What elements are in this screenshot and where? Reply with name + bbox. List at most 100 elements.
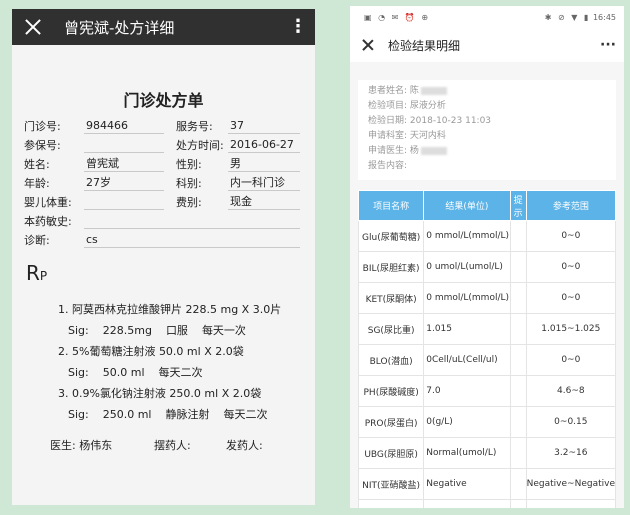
rp-sub: P	[39, 269, 48, 283]
reference-range-cell: 1.015~1.025	[525, 313, 617, 345]
column-header: 项目名称	[357, 190, 425, 221]
info-label: 报告内容:	[368, 161, 408, 171]
info-label: 申请医生:	[368, 146, 408, 156]
result-cell: Normal(umol/L)	[423, 437, 511, 469]
drug-item: 1. 阿莫西林克拉维酸钾片 228.5 mg X 3.0片	[58, 303, 282, 316]
table-header-row: 项目名称 结果(单位) 提示 参考范围	[357, 190, 617, 221]
table-row: Glu(尿葡萄糖) 0 mmol/L(mmol/L) 0~0	[357, 220, 617, 252]
more-menu-icon[interactable]: ⋮	[289, 18, 307, 36]
reference-range-cell: 0~0	[525, 344, 617, 376]
item-name-cell: KET(尿酮体)	[357, 282, 425, 314]
result-cell: 1.015	[423, 313, 511, 345]
field-label: 年龄:	[24, 177, 50, 190]
field-value: 内一科门诊	[228, 174, 300, 191]
sig-part: 每天二次	[223, 408, 268, 421]
prescription-window-title: 曾宪斌-处方详细	[64, 18, 175, 37]
info-row: 患者姓名: 陈	[368, 84, 608, 99]
field-value: 现金	[228, 193, 300, 210]
field-value: 37	[228, 117, 300, 134]
item-name-cell: NIT(亚硝酸盐)	[357, 468, 425, 500]
drug-sig: Sig: 250.0 ml 静脉注射 每天二次	[58, 404, 281, 425]
item-name-cell: PH(尿酸碱度)	[357, 375, 425, 407]
lab-title: 检验结果明细	[388, 38, 461, 53]
result-cell: 0 umol/L(umol/L)	[423, 251, 511, 283]
hint-cell	[509, 313, 527, 345]
allergy-row: 本药敏史:	[24, 210, 312, 229]
table-row: KET(尿酮体) 0 mmol/L(mmol/L) 0~0	[357, 282, 617, 314]
close-icon[interactable]	[362, 39, 374, 51]
info-row: 检验项目: 尿液分析	[368, 99, 608, 114]
allergy-label: 本药敏史:	[24, 215, 72, 228]
reference-range-cell: 0~0	[525, 282, 617, 314]
item-name-cell: BLO(潜血)	[357, 344, 425, 376]
table-row: PH(尿酸碱度) 7.0 4.6~8	[357, 375, 617, 407]
status-bar: ▣ ◔ ✉ ⏰ ⊕ ✱ ⊘ ▼ ▮ 16:45	[350, 6, 624, 28]
field-value	[84, 193, 164, 210]
sig-part: 50.0 ml	[102, 366, 145, 379]
reference-range-cell: 0Cell/uL~0Cell/uL	[525, 499, 617, 508]
status-right: ✱ ⊘ ▼ ▮ 16:45	[545, 13, 616, 22]
info-value: 陈	[409, 86, 419, 96]
info-label: 申请科室:	[368, 131, 408, 141]
field-label: 婴儿体重:	[24, 196, 72, 209]
lab-result-screen: ▣ ◔ ✉ ⏰ ⊕ ✱ ⊘ ▼ ▮ 16:45 检验结果明细 ··· 患者姓名:…	[350, 6, 624, 508]
sig-part: 口服	[165, 324, 188, 337]
result-cell: 0Cell/uL(Cell/ul)	[423, 499, 511, 508]
lab-result-table: 项目名称 结果(单位) 提示 参考范围 Glu(尿葡萄糖) 0 mmol/L(mm…	[357, 190, 617, 508]
field-value: 984466	[84, 117, 164, 134]
reference-range-cell: Negative~Negative	[525, 468, 617, 500]
issuer-label: 发药人:	[226, 439, 263, 452]
sig-part: 每天一次	[201, 324, 246, 337]
close-icon[interactable]	[24, 18, 42, 36]
table-row: PRO(尿蛋白) 0(g/L) 0~0.15	[357, 406, 617, 438]
hint-cell	[509, 220, 527, 252]
field-label: 门诊号:	[24, 120, 61, 133]
rp-symbol: RP	[26, 261, 47, 285]
drug-item: 3. 0.9%氯化钠注射液 250.0 ml X 2.0袋	[58, 387, 262, 400]
status-left-icons: ▣ ◔ ✉ ⏰ ⊕	[364, 12, 431, 22]
info-value: 2018-10-23 11:03	[409, 116, 492, 126]
info-label: 检验项目:	[368, 101, 408, 111]
info-row: 申请科室: 天河内科	[368, 129, 608, 144]
field-label: 费别:	[176, 196, 202, 209]
info-value: 天河内科	[409, 131, 446, 141]
item-name-cell: PRO(尿蛋白)	[357, 406, 425, 438]
field-value: 男	[228, 155, 300, 172]
info-row: 参保号: 处方时间: 2016-06-27	[24, 134, 312, 153]
hint-cell	[509, 406, 527, 438]
drug-sig: Sig: 228.5mg 口服 每天一次	[58, 320, 281, 341]
field-label: 科别:	[176, 177, 202, 190]
field-label: 服务号:	[176, 120, 213, 133]
diagnosis-row: 诊断: cs	[24, 229, 312, 248]
table-row: BIL(尿胆红素) 0 umol/L(umol/L) 0~0	[357, 251, 617, 283]
table-row: WBC(尿白细胞)0Cell/uL(Cell/ul)↑0Cell/uL~0Cel…	[357, 499, 617, 508]
drug-sig: Sig: 50.0 ml 每天二次	[58, 362, 281, 383]
more-menu-icon[interactable]: ···	[600, 37, 616, 53]
diagnosis-value: cs	[84, 231, 300, 248]
item-name-cell: Glu(尿葡萄糖)	[357, 220, 425, 252]
table-row: SG(尿比重) 1.015 1.015~1.025	[357, 313, 617, 345]
lab-info-card: 患者姓名: 陈 检验项目: 尿液分析 检验日期: 2018-10-23 11:0…	[358, 80, 616, 180]
rp-main: R	[26, 261, 40, 285]
result-cell: 0 mmol/L(mmol/L)	[423, 282, 511, 314]
reference-range-cell: 0~0	[525, 251, 617, 283]
result-cell: Negative	[423, 468, 511, 500]
hint-cell	[509, 344, 527, 376]
info-label: 检验日期:	[368, 116, 408, 126]
item-name-cell: UBG(尿胆原)	[357, 437, 425, 469]
info-row: 申请医生: 杨	[368, 144, 608, 159]
prescription-info: 门诊号: 984466 服务号: 37 参保号: 处方时间: 2016-06-2…	[24, 115, 312, 248]
table-row: BLO(潜血) 0Cell/uL(Cell/ul) 0~0	[357, 344, 617, 376]
hint-cell	[509, 251, 527, 283]
info-value: 尿液分析	[409, 101, 446, 111]
sig-part: Sig:	[68, 366, 89, 379]
hint-cell	[509, 468, 527, 500]
info-row: 报告内容:	[368, 159, 608, 174]
doctor-label: 医生: 杨伟东	[50, 439, 113, 452]
column-header: 参考范围	[525, 190, 617, 221]
info-label: 患者姓名:	[368, 86, 408, 96]
column-header: 结果(单位)	[423, 190, 511, 221]
sig-part: 228.5mg	[102, 324, 152, 337]
field-value: 2016-06-27	[228, 136, 300, 153]
field-value: 27岁	[84, 174, 164, 191]
